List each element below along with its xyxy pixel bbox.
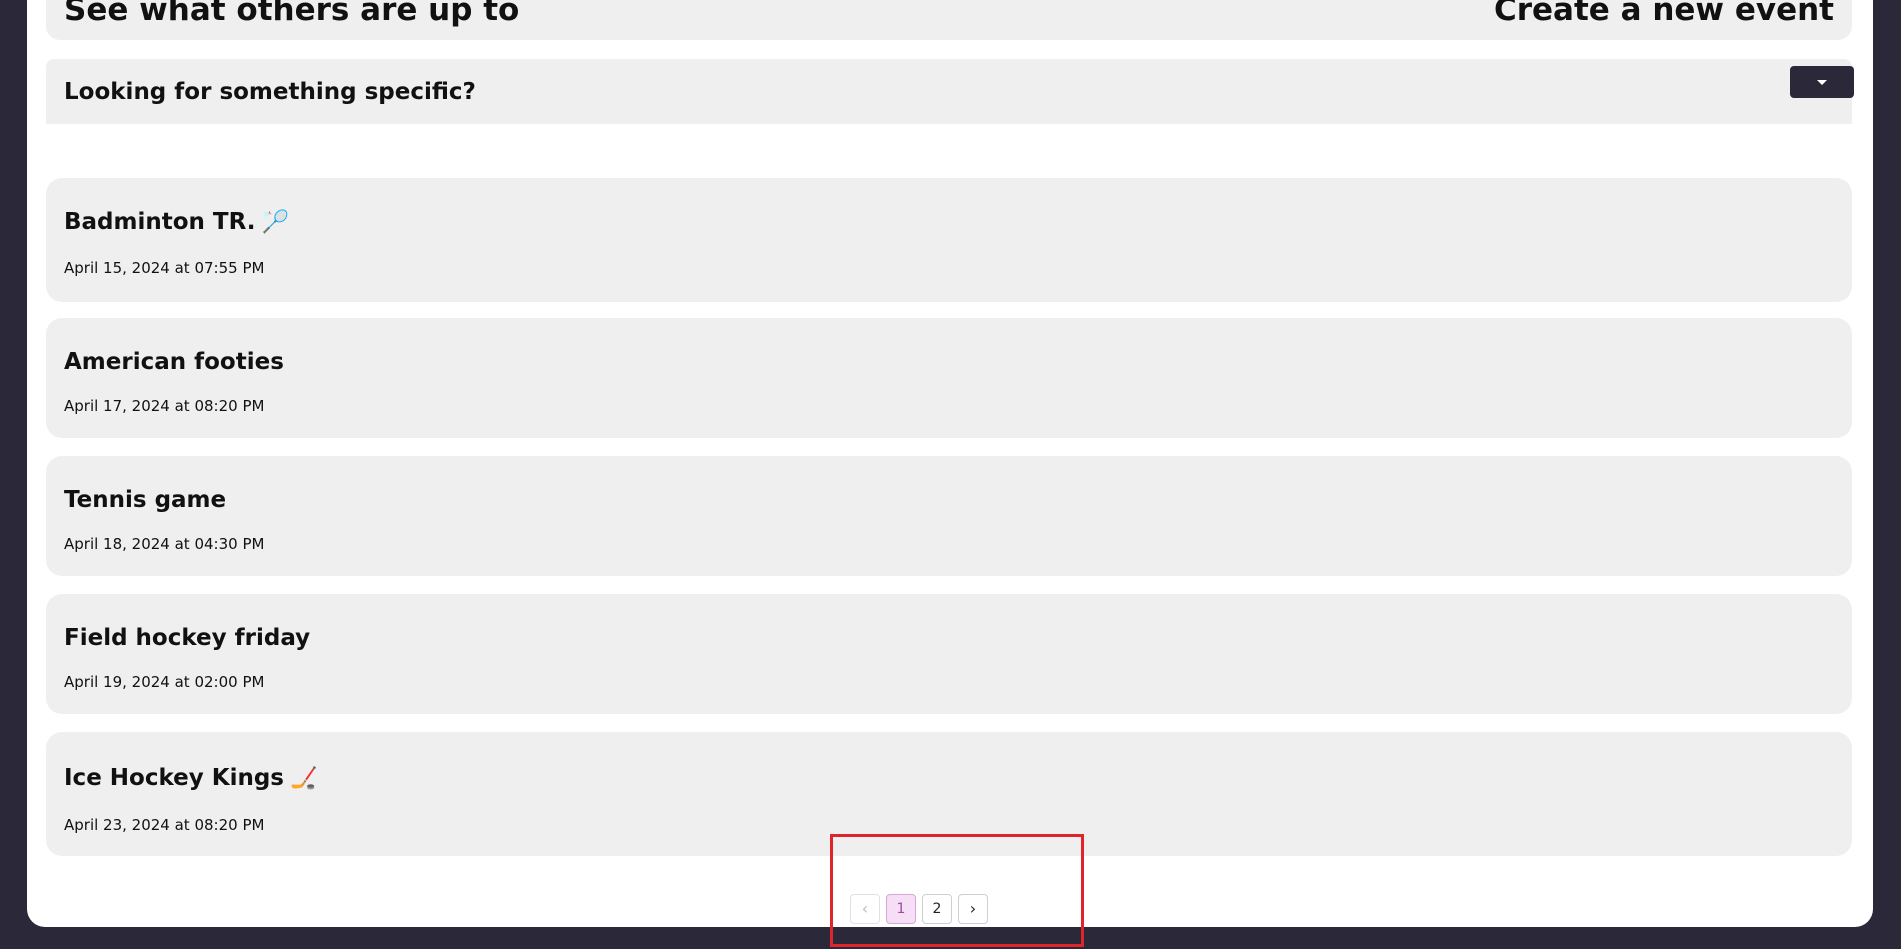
event-title: American footies xyxy=(64,349,284,375)
create-event-link[interactable]: Create a new event xyxy=(1494,0,1834,28)
hockey-stick-icon: 🏒 xyxy=(290,766,318,791)
caret-down-icon xyxy=(1817,79,1827,85)
main-card: See what others are up to Create a new e… xyxy=(27,0,1873,927)
event-title: Ice Hockey Kings 🏒 xyxy=(64,765,318,791)
top-bar: See what others are up to Create a new e… xyxy=(46,0,1852,40)
event-card[interactable]: Tennis game April 18, 2024 at 04:30 PM xyxy=(46,456,1852,576)
event-date: April 15, 2024 at 07:55 PM xyxy=(64,259,265,277)
filter-label: Looking for something specific? xyxy=(64,79,476,105)
event-date: April 17, 2024 at 08:20 PM xyxy=(64,397,265,415)
event-title: Tennis game xyxy=(64,487,227,513)
event-date: April 19, 2024 at 02:00 PM xyxy=(64,673,265,691)
badminton-icon: 🏸 xyxy=(261,210,289,235)
event-title: Badminton TR. 🏸 xyxy=(64,209,289,235)
filter-bar: Looking for something specific? xyxy=(46,59,1854,124)
event-card[interactable]: Field hockey friday April 19, 2024 at 02… xyxy=(46,594,1852,714)
highlight-box xyxy=(830,834,1084,947)
event-card[interactable]: Badminton TR. 🏸 April 15, 2024 at 07:55 P… xyxy=(46,178,1852,302)
event-title: Field hockey friday xyxy=(64,625,311,651)
event-card[interactable]: American footies April 17, 2024 at 08:20… xyxy=(46,318,1852,438)
event-date: April 23, 2024 at 08:20 PM xyxy=(64,816,265,834)
see-others-heading[interactable]: See what others are up to xyxy=(64,0,519,28)
event-date: April 18, 2024 at 04:30 PM xyxy=(64,535,265,553)
filter-toggle-button[interactable] xyxy=(1790,66,1854,98)
